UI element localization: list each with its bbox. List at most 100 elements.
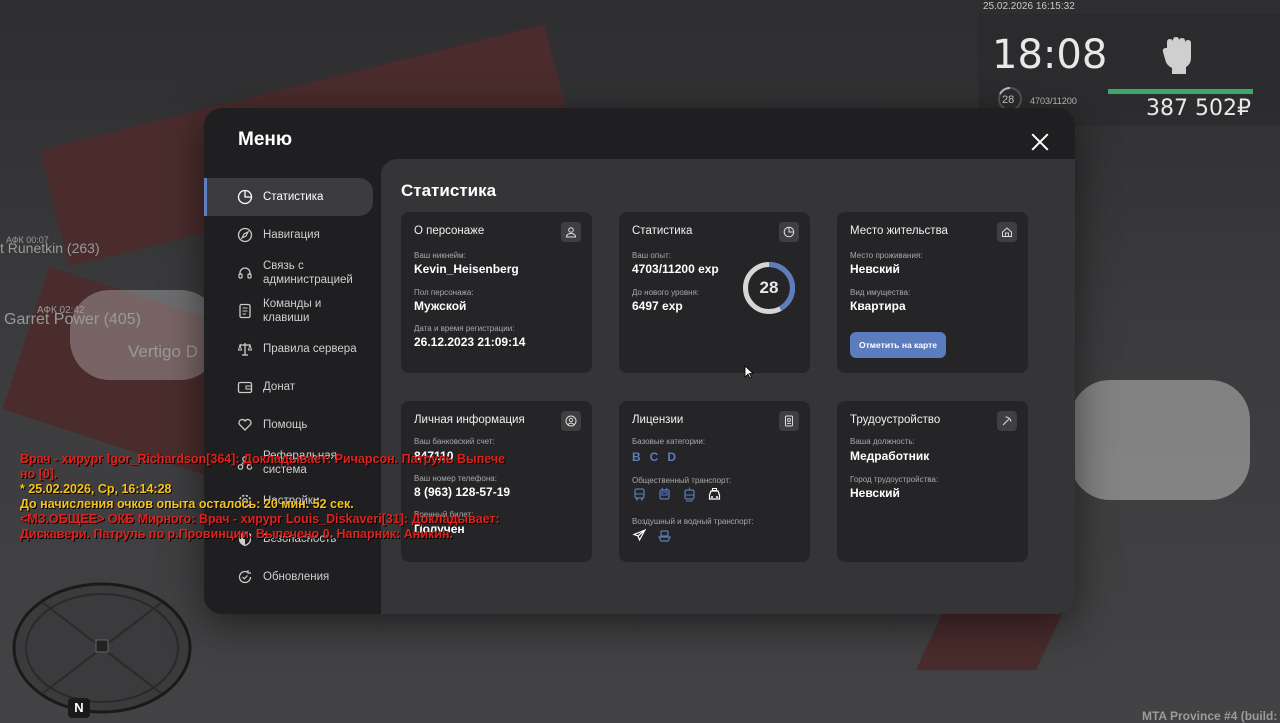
minimap	[12, 582, 192, 714]
chat-line: * 25.02.2026, Ср, 16:14:28	[20, 482, 172, 496]
keyboard-icon	[237, 303, 253, 319]
basic-categories-label: Базовые категории:	[632, 437, 706, 446]
hud-level: 28	[1002, 94, 1015, 106]
residence-place-value: Невский	[850, 262, 900, 276]
public-transport-list	[632, 487, 722, 502]
heart-hand-icon	[237, 417, 253, 433]
card-title: Трудоустройство	[850, 414, 941, 426]
position-label: Ваша должность:	[850, 437, 915, 446]
sidebar-item-contact-admin[interactable]: Связь с администрацией	[204, 254, 381, 292]
close-button[interactable]	[1028, 130, 1052, 154]
basic-categories-list: B C D	[632, 450, 676, 464]
north-marker-icon: N	[68, 698, 90, 718]
taxi-icon	[707, 487, 722, 502]
sidebar-item-donate[interactable]: Донат	[204, 368, 381, 406]
boat-icon	[657, 528, 672, 543]
refresh-icon	[237, 569, 253, 585]
chat-line: Дискавери. Патруль по р.Провинции. Выпеч…	[20, 527, 453, 541]
hud-money: 387 502₽	[1146, 96, 1251, 121]
next-level-value: 6497 exp	[632, 299, 683, 313]
air-water-transport-list	[632, 528, 672, 543]
gender-value: Мужской	[414, 299, 467, 313]
nickname-label: Ваш никнейм:	[414, 251, 466, 260]
hud-datetime: 25.02.2026 16:15:32	[983, 1, 1075, 12]
residence-place-label: Место проживания:	[850, 251, 923, 260]
level-number: 28	[759, 278, 779, 297]
card-title: Личная информация	[414, 414, 525, 426]
license-category: B	[632, 450, 641, 464]
bus-icon	[632, 487, 647, 502]
position-value: Медработник	[850, 449, 930, 463]
exp-label: Ваш опыт:	[632, 251, 671, 260]
sidebar-item-rules[interactable]: Правила сервера	[204, 330, 381, 368]
mark-on-map-button[interactable]: Отметить на карте	[850, 332, 946, 358]
sidebar-item-label: Помощь	[263, 419, 308, 431]
chat-line: До начисления очков опыта осталось: 20 м…	[20, 497, 354, 511]
hud-clock: 18:08	[992, 32, 1108, 78]
server-watermark: MTA Province #4 (build: 1	[1142, 709, 1280, 723]
exp-value: 4703/11200 exp	[632, 262, 719, 276]
bank-account-label: Ваш банковский счет:	[414, 437, 495, 446]
nickname-value: Kevin_Heisenberg	[414, 262, 519, 276]
character-figure	[70, 290, 220, 380]
property-type-label: Вид имущества:	[850, 288, 911, 297]
pie-chart-icon	[237, 189, 253, 205]
hud-health-bar	[1108, 89, 1253, 94]
chat-line: но [0].	[20, 467, 58, 481]
license-category: C	[649, 450, 659, 464]
statistics-panel: Статистика О персонаже Ваш никнейм: Kevi…	[381, 159, 1075, 614]
player-nametag: Garret Power (405)	[4, 311, 141, 328]
job-city-value: Невский	[850, 486, 900, 500]
registration-label: Дата и время регистрации:	[414, 324, 515, 333]
compass-icon	[237, 227, 253, 243]
sidebar-item-commands[interactable]: Команды и клавиши	[204, 292, 381, 330]
pickaxe-icon	[997, 411, 1017, 431]
sidebar-item-updates[interactable]: Обновления	[204, 558, 381, 596]
character-card: О персонаже Ваш никнейм: Kevin_Heisenber…	[401, 212, 592, 373]
menu-title: Меню	[238, 129, 293, 150]
hud-exp: 4703/11200	[1030, 96, 1077, 106]
scales-icon	[237, 341, 253, 357]
stats-card: Статистика Ваш опыт: 4703/11200 exp До н…	[619, 212, 810, 373]
sidebar-item-statistics[interactable]: Статистика	[204, 178, 373, 216]
trolleybus-icon	[657, 487, 672, 502]
air-water-transport-label: Воздушный и водный транспорт:	[632, 517, 754, 526]
chat-line: <МЗ.ОБЩЕЕ> ОКБ Мирного: Врач - хирург Lo…	[20, 512, 500, 526]
job-city-label: Город трудоустройства:	[850, 475, 939, 484]
sidebar-item-label: Донат	[263, 381, 296, 393]
airplane-icon	[632, 528, 647, 543]
licenses-card: Лицензии Базовые категории: B C D Общест…	[619, 401, 810, 562]
license-category: D	[667, 450, 677, 464]
sidebar-item-label: Статистика	[263, 191, 324, 203]
sidebar-item-label: Правила сервера	[263, 343, 357, 355]
card-title: Лицензии	[632, 414, 684, 426]
sidebar-item-label: Связь с администрацией	[263, 260, 353, 286]
license-badge-icon	[779, 411, 799, 431]
card-title: Место жительства	[850, 225, 948, 237]
registration-value: 26.12.2023 21:09:14	[414, 335, 526, 349]
page-title: Статистика	[401, 181, 497, 200]
sidebar-item-label: Команды и клавиши	[263, 298, 322, 324]
employment-card: Трудоустройство Ваша должность: Медработ…	[837, 401, 1028, 562]
clock-pie-icon	[779, 222, 799, 242]
property-type-value: Квартира	[850, 299, 906, 313]
character-figure	[1070, 380, 1250, 500]
user-circle-icon	[561, 411, 581, 431]
user-icon	[561, 222, 581, 242]
tram-icon	[682, 487, 697, 502]
headset-icon	[237, 265, 253, 281]
public-transport-label: Общественный транспорт:	[632, 476, 732, 485]
fist-icon	[1158, 34, 1198, 76]
player-nametag: Vertigo D	[128, 342, 198, 361]
sidebar-item-navigation[interactable]: Навигация	[204, 216, 381, 254]
card-title: Статистика	[632, 225, 693, 237]
sidebar-item-help[interactable]: Помощь	[204, 406, 381, 444]
sidebar-item-label: Обновления	[263, 571, 330, 583]
mouse-cursor-icon	[744, 365, 754, 379]
card-title: О персонаже	[414, 225, 485, 237]
player-nametag: t Runetkin (263)	[0, 240, 100, 256]
gender-label: Пол персонажа:	[414, 288, 474, 297]
wallet-icon	[237, 379, 253, 395]
sidebar-item-label: Навигация	[263, 229, 320, 241]
home-icon	[997, 222, 1017, 242]
